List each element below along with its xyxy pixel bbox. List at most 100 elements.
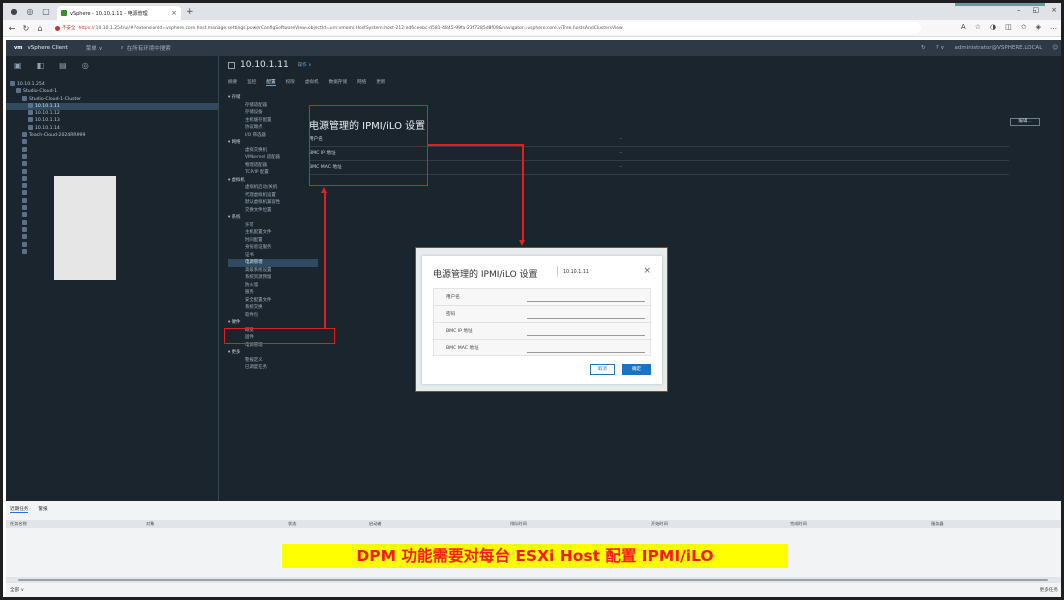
config-nav-item[interactable]: 软件包 (228, 312, 318, 320)
tree-item[interactable]: 10.10.1.11 (6, 102, 219, 111)
config-nav-item[interactable]: 证书 (228, 252, 318, 260)
tasks-filter[interactable]: 全部 ∨ (10, 587, 24, 593)
config-nav-item[interactable]: 系统资源预留 (228, 274, 318, 282)
profile-icon[interactable]: ● (9, 7, 19, 17)
favorites-icon[interactable]: ✩ (1021, 23, 1027, 31)
host-tab[interactable]: 权限 (286, 79, 295, 86)
config-nav-group[interactable]: ▾ 更多 (228, 349, 318, 357)
actions-menu[interactable]: 操作 ∨ (298, 62, 312, 68)
config-nav-item[interactable]: 主机配置文件 (228, 229, 318, 237)
config-nav-item[interactable]: 高级系统设置 (228, 267, 318, 275)
storage-icon[interactable]: ▤ (59, 61, 67, 70)
back-icon[interactable]: ← (7, 24, 17, 33)
vms-templates-icon[interactable]: ◧ (37, 61, 45, 70)
config-nav-item[interactable]: 服务 (228, 289, 318, 297)
favorite-star-icon[interactable]: ☆ (975, 23, 981, 31)
config-nav-item[interactable]: 时间配置 (228, 237, 318, 245)
config-nav-item[interactable]: 虚拟机启动/关机 (228, 184, 318, 192)
address-bar[interactable]: 不安全 https:// 10.10.1.254/ui/#?extensionI… (51, 22, 921, 34)
tree-item[interactable]: 10.10.1.14 (6, 124, 219, 132)
tree-item[interactable] (6, 153, 219, 161)
minimize-icon[interactable]: – (1017, 6, 1021, 14)
user-menu[interactable]: administrator@VSPHERE.LOCAL (954, 45, 1042, 51)
bmc-ip-input[interactable] (527, 335, 645, 336)
column-header[interactable]: 排队时间 (510, 521, 527, 527)
config-nav-item[interactable]: VMkernel 适配器 (228, 154, 318, 162)
column-header[interactable]: 开始时间 (651, 521, 668, 527)
extensions-icon[interactable]: ◑ (990, 23, 996, 31)
host-tab[interactable]: 监控 (247, 79, 256, 86)
tab-alarms[interactable]: 警报 (38, 506, 47, 513)
config-nav-item[interactable]: 物理适配器 (228, 162, 318, 170)
dialog-close-icon[interactable]: × (643, 266, 651, 276)
config-nav-item[interactable]: 主机缓存配置 (228, 117, 318, 125)
edit-button[interactable]: 编辑... (1010, 118, 1040, 126)
host-tab[interactable]: 虚拟机 (305, 79, 319, 86)
column-header[interactable]: 对象 (146, 521, 154, 527)
close-window-icon[interactable]: × (1051, 6, 1057, 14)
config-nav-item[interactable]: I/O 筛选器 (228, 132, 318, 140)
config-nav-item[interactable]: 警报定义 (228, 357, 318, 365)
column-header[interactable]: 服务器 (931, 521, 944, 527)
tree-item[interactable] (6, 146, 219, 154)
column-header[interactable]: 完成时间 (790, 521, 807, 527)
hosts-clusters-icon[interactable]: ▣ (14, 61, 22, 70)
new-tab-icon[interactable]: + (186, 7, 194, 17)
tree-item[interactable] (6, 168, 219, 176)
config-nav-item[interactable]: 身份验证服务 (228, 244, 318, 252)
scrollbar-thumb[interactable] (18, 579, 1048, 581)
ok-button[interactable]: 确定 (622, 364, 651, 375)
config-nav-item[interactable]: 防火墙 (228, 282, 318, 290)
config-nav-item[interactable]: 已调度任务 (228, 364, 318, 372)
config-nav-item[interactable]: 电源管理 (228, 259, 318, 267)
tree-item[interactable]: 10.10.1.254 (6, 81, 219, 88)
read-aloud-icon[interactable]: A (961, 23, 966, 31)
restore-icon[interactable]: ◱ (1033, 6, 1040, 14)
column-header[interactable]: 启动者 (369, 521, 382, 527)
tree-item[interactable]: Studio-Cloud-1-Cluster (6, 95, 219, 103)
column-header[interactable]: 任务名称 (10, 521, 27, 527)
help-icon[interactable]: ? ∨ (936, 45, 945, 51)
config-nav-item[interactable]: 系统交换 (228, 304, 318, 312)
tree-item[interactable] (6, 139, 219, 146)
bmc-mac-input[interactable] (527, 352, 645, 353)
tab-close-icon[interactable]: × (171, 9, 177, 17)
config-nav-item[interactable]: 交换文件位置 (228, 207, 318, 215)
tree-item[interactable]: 10.10.1.13 (6, 117, 219, 124)
config-nav-group[interactable]: ▾ 虚拟机 (228, 177, 318, 185)
workspaces-icon[interactable]: ◎ (25, 7, 35, 17)
cancel-button[interactable]: 取消 (590, 364, 615, 375)
config-nav-item[interactable]: 协议端点 (228, 124, 318, 132)
host-tab[interactable]: 摘要 (228, 79, 237, 86)
host-tab[interactable]: 配置 (266, 79, 276, 86)
browser-tab[interactable]: vSphere - 10.10.1.11 - 电源管理 × (57, 6, 181, 20)
split-screen-icon[interactable]: ◫ (1005, 23, 1012, 31)
global-search[interactable]: ⌕ 在所有环境中搜索 (121, 44, 171, 53)
config-nav-item[interactable]: 默认虚拟机兼容性 (228, 199, 318, 207)
more-icon[interactable]: … (1050, 23, 1057, 31)
home-icon[interactable]: ⌂ (35, 24, 45, 33)
horizontal-scrollbar[interactable] (6, 577, 1061, 583)
more-tasks-link[interactable]: 更多任务 (1040, 587, 1058, 593)
config-nav-item[interactable]: 代理虚拟机设置 (228, 192, 318, 200)
networking-icon[interactable]: ◎ (82, 61, 89, 70)
host-tab[interactable]: 数据存储 (329, 79, 347, 86)
tab-recent-tasks[interactable]: 近期任务 (10, 506, 29, 513)
smiley-feedback-icon[interactable]: ☺ (1052, 45, 1058, 51)
config-nav-group[interactable]: ▾ 硬件 (228, 319, 318, 327)
host-tab[interactable]: 更新 (376, 79, 385, 86)
config-nav-group[interactable]: ▾ 系统 (228, 214, 318, 222)
username-input[interactable] (527, 301, 645, 302)
config-nav-item[interactable]: 存储适配器 (228, 102, 318, 110)
config-nav-item[interactable]: 许可 (228, 222, 318, 230)
config-nav-item[interactable]: 存储设备 (228, 109, 318, 117)
tab-actions-icon[interactable]: ▢ (41, 7, 51, 17)
tree-item[interactable]: Studio-Cloud-1 (6, 88, 219, 95)
config-nav-group[interactable]: ▾ 存储 (228, 94, 318, 102)
tree-item[interactable] (6, 161, 219, 168)
refresh-icon[interactable]: ↻ (921, 45, 926, 51)
host-tab[interactable]: 网络 (357, 79, 366, 86)
config-nav-item[interactable]: TCP/IP 配置 (228, 169, 318, 177)
column-header[interactable]: 状态 (288, 521, 296, 527)
copilot-icon[interactable]: ◈ (1036, 23, 1041, 31)
